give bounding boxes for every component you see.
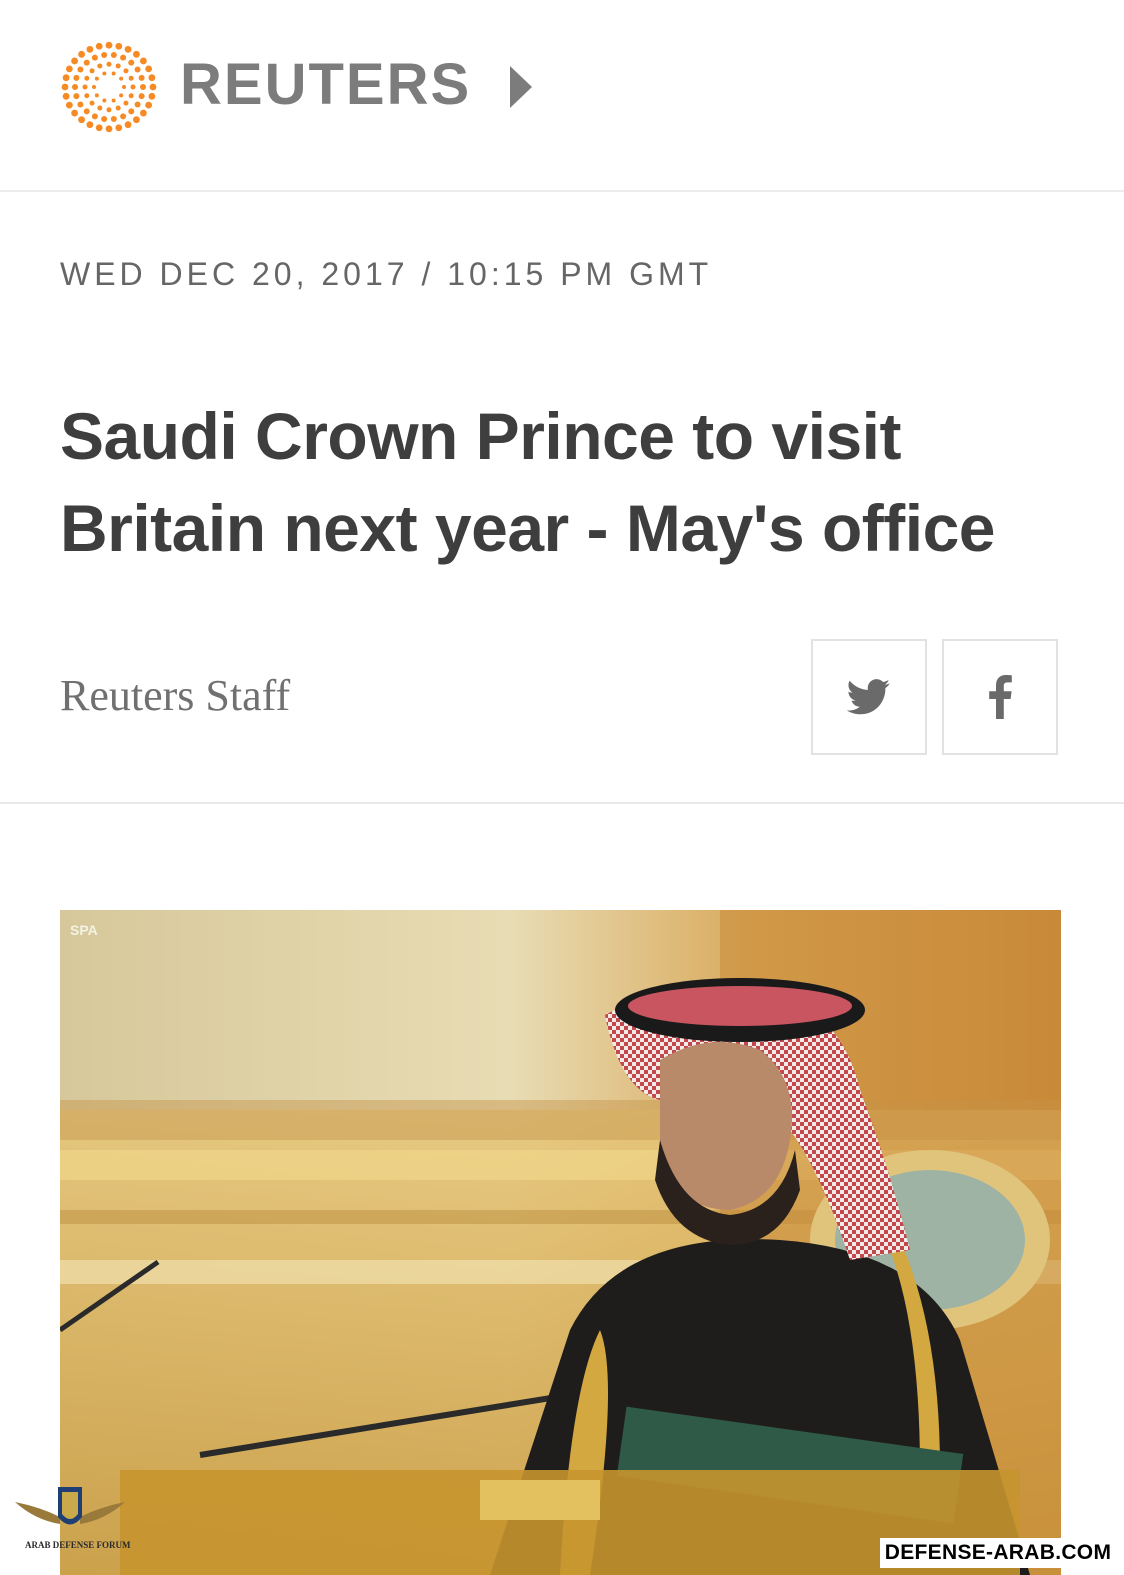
- play-arrow-icon[interactable]: [510, 66, 532, 108]
- photo-scene: SPA: [60, 910, 1061, 1575]
- brand-name[interactable]: REUTERS: [180, 50, 471, 120]
- article-headline: Saudi Crown Prince to visit Britain next…: [60, 399, 996, 565]
- article-byline[interactable]: Reuters Staff: [60, 668, 290, 724]
- photo-agency-mark: SPA: [70, 922, 98, 938]
- forum-name: ARAB DEFENSE FORUM: [25, 1540, 131, 1550]
- article-photo[interactable]: SPA: [60, 910, 1061, 1575]
- site-watermark: DEFENSE-ARAB.COM: [880, 1538, 1116, 1568]
- facebook-f-icon: [989, 675, 1012, 719]
- section-divider: [0, 802, 1124, 804]
- article-dateline: WED DEC 20, 2017 / 10:15 PM GMT: [60, 256, 713, 292]
- reuters-logo-icon[interactable]: [58, 40, 160, 134]
- site-header: REUTERS: [0, 0, 1124, 192]
- twitter-share-button[interactable]: [811, 639, 927, 755]
- facebook-share-button[interactable]: [942, 639, 1058, 755]
- twitter-bird-icon: [847, 679, 890, 715]
